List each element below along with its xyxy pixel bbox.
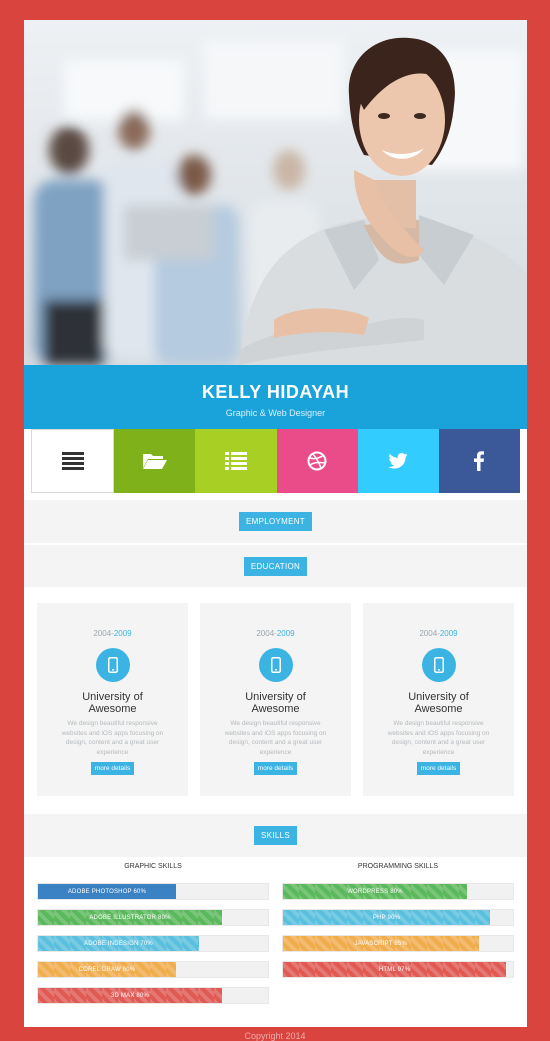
profile-role: Graphic & Web Designer (225, 408, 326, 418)
more-details-button[interactable]: more details (416, 762, 461, 775)
skills-section: SKILLS (24, 814, 527, 857)
skill-bar-fill: JAVASCRIPT 85% (283, 936, 479, 951)
footer-copyright: Copyright 2014 (244, 1031, 306, 1041)
twitter-icon (388, 453, 408, 469)
portfolio-button[interactable] (114, 429, 196, 493)
skill-bar-fill: WORDPRESS 80% (283, 884, 467, 899)
skill-label: ADOBE INDESIGN 70% (84, 940, 153, 947)
menu-button[interactable] (31, 429, 115, 493)
education-heading[interactable]: EDUCATION (243, 556, 308, 576)
skills-heading[interactable]: SKILLS (254, 826, 297, 845)
education-title: University of Awesome (408, 691, 469, 715)
skill-label: 3D MAX 80% (110, 992, 149, 999)
folder-icon (142, 454, 167, 469)
skill-bar: ADOBE ILLUSTRATOR 80% (37, 909, 269, 926)
twitter-button[interactable] (357, 429, 439, 493)
skill-bar-fill: COREL DRAW 60% (38, 962, 176, 977)
education-years: 2004-2009 (419, 629, 458, 638)
skill-bar: WORDPRESS 80% (282, 883, 514, 900)
skill-bar: HTML 97% (282, 961, 514, 978)
education-card: 2004-2009 University of Awesome We desig… (200, 603, 351, 796)
skill-bar: 3D MAX 80% (37, 987, 269, 1004)
list-icon (224, 452, 247, 470)
skill-label: ADOBE PHOTOSHOP 60% (67, 888, 147, 895)
skill-bar-fill: 3D MAX 80% (38, 988, 222, 1003)
skill-bar-fill: ADOBE PHOTOSHOP 60% (38, 884, 176, 899)
mobile-icon (95, 648, 130, 682)
resume-card: KELLY HIDAYAH Graphic & Web Designer EMP… (24, 20, 527, 1027)
skill-bar: ADOBE PHOTOSHOP 60% (37, 883, 269, 900)
hero-photo (24, 20, 527, 365)
skill-label: HTML 97% (378, 966, 411, 973)
hero-illustration (24, 20, 527, 365)
facebook-button[interactable] (438, 429, 521, 493)
social-bar (31, 429, 521, 493)
skill-label: PHP 90% (372, 914, 401, 921)
education-list: 2004-2009 University of Awesome We desig… (24, 587, 527, 812)
education-card: 2004-2009 University of Awesome We desig… (363, 603, 514, 796)
skill-bar: ADOBE INDESIGN 70% (37, 935, 269, 952)
education-title: University of Awesome (82, 691, 143, 715)
education-years: 2004-2009 (93, 629, 132, 638)
menu-icon (61, 452, 84, 470)
skill-bar: COREL DRAW 60% (37, 961, 269, 978)
resume-list-button[interactable] (195, 429, 277, 493)
education-description: We design beautiful responsive websites … (224, 720, 327, 756)
dribbble-button[interactable] (276, 429, 358, 493)
facebook-icon (474, 451, 485, 471)
skill-bar-fill: ADOBE INDESIGN 70% (38, 936, 199, 951)
skill-bar: PHP 90% (282, 909, 514, 926)
profile-header: KELLY HIDAYAH Graphic & Web Designer (24, 365, 527, 429)
programming-skills-title: PROGRAMMING SKILLS (357, 863, 439, 870)
skills-panel: GRAPHIC SKILLS PROGRAMMING SKILLS ADOBE … (24, 857, 527, 1027)
education-description: We design beautiful responsive websites … (387, 720, 490, 756)
skill-label: ADOBE ILLUSTRATOR 80% (89, 914, 171, 921)
more-details-button[interactable]: more details (253, 762, 298, 775)
profile-name: KELLY HIDAYAH (201, 382, 350, 402)
more-details-button[interactable]: more details (90, 762, 135, 775)
employment-heading[interactable]: EMPLOYMENT (238, 512, 312, 531)
mobile-icon (258, 648, 293, 682)
skill-label: COREL DRAW 60% (78, 966, 136, 973)
education-title: University of Awesome (245, 691, 306, 715)
skill-bar-fill: ADOBE ILLUSTRATOR 80% (38, 910, 222, 925)
education-card: 2004-2009 University of Awesome We desig… (37, 603, 188, 796)
dribbble-icon (307, 451, 327, 471)
skill-bar-fill: PHP 90% (283, 910, 490, 925)
skill-label: WORDPRESS 80% (347, 888, 403, 895)
education-section: EDUCATION (24, 545, 527, 587)
education-years: 2004-2009 (256, 629, 295, 638)
graphic-skills-title: GRAPHIC SKILLS (124, 863, 182, 870)
education-description: We design beautiful responsive websites … (61, 720, 164, 756)
skill-bar: JAVASCRIPT 85% (282, 935, 514, 952)
skill-bar-fill: HTML 97% (283, 962, 507, 977)
mobile-icon (421, 648, 456, 682)
employment-section: EMPLOYMENT (24, 500, 527, 543)
skill-label: JAVASCRIPT 85% (354, 940, 407, 947)
